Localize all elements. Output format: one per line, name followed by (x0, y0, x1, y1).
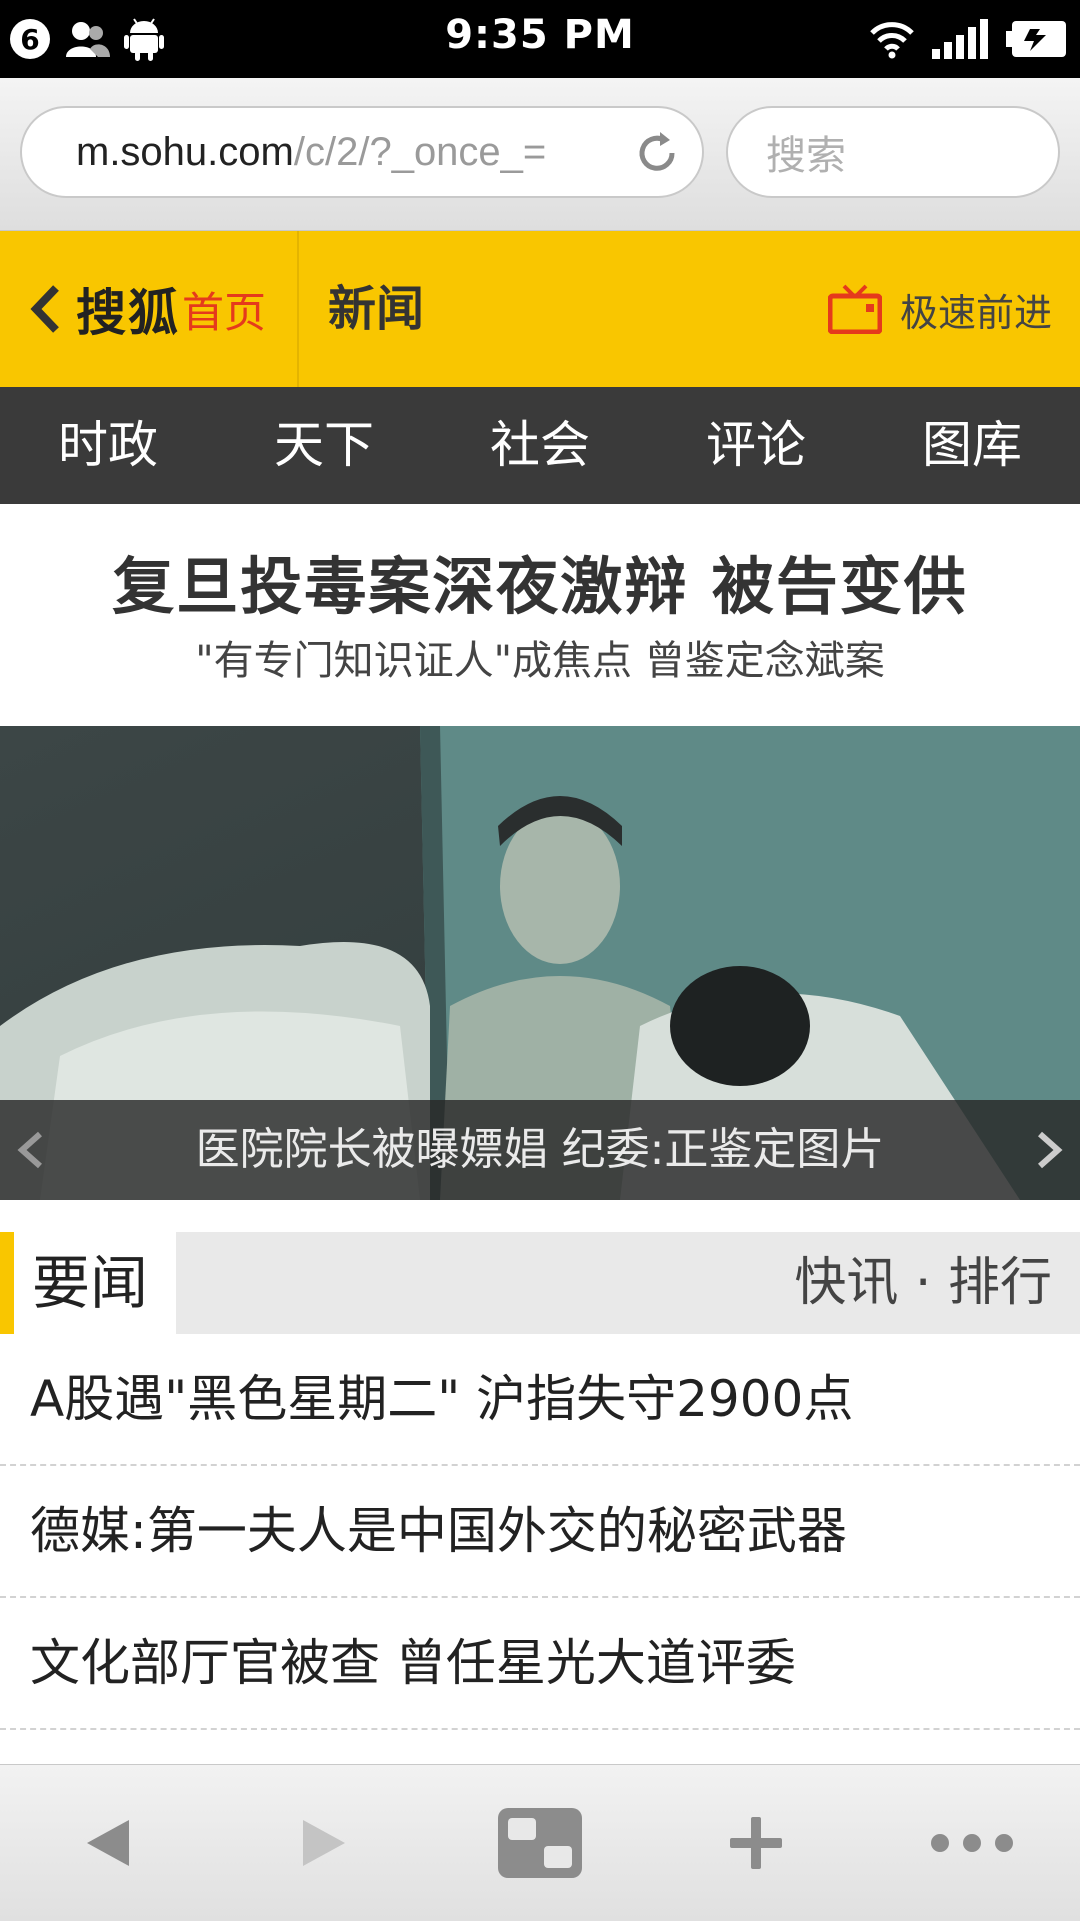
slideshow-caption[interactable]: 医院院长被曝嫖娼 纪委:正鉴定图片 (0, 1100, 1080, 1200)
home-link[interactable]: 搜狐 首页 (0, 231, 296, 387)
browser-chrome: m.sohu.com/c/2/?_once_= 搜索 (0, 78, 1080, 231)
speed-link[interactable]: 极速前进 (827, 231, 1052, 387)
reload-icon[interactable] (634, 130, 680, 176)
section-tab[interactable]: 要闻 (0, 1232, 176, 1334)
news-title: A股遇"黑色星期二" 沪指失守2900点 (30, 1370, 854, 1428)
header-divider (297, 231, 299, 387)
slideshow-image[interactable]: 医院院长被曝嫖娼 纪委:正鉴定图片 (0, 726, 1080, 1200)
signal-icon (932, 19, 988, 59)
sohu-logo: 搜狐 (76, 283, 180, 342)
search-input[interactable]: 搜索 (726, 106, 1060, 198)
slideshow-caption-bar: 医院院长被曝嫖娼 纪委:正鉴定图片 (0, 1100, 1080, 1200)
more-icon (931, 1834, 1013, 1852)
section-title: 新闻 (328, 281, 425, 337)
news-title: 德媒:第一夫人是中国外交的秘密武器 (30, 1502, 847, 1560)
nav-item-world[interactable]: 天下 (216, 387, 432, 504)
section-accent-bar (0, 1232, 14, 1334)
plus-icon (730, 1817, 782, 1869)
news-title: 文化部厅官被查 曾任星光大道评委 (30, 1634, 796, 1692)
forward-button[interactable] (216, 1765, 432, 1921)
headline-title[interactable]: 复旦投毒案深夜激辩 被告变供 (0, 536, 1080, 626)
list-item[interactable]: A股遇"黑色星期二" 沪指失守2900点 (0, 1334, 1080, 1466)
home-label: 首页 (182, 287, 267, 337)
new-tab-button[interactable] (648, 1765, 864, 1921)
site-header: 搜狐 首页 新闻 极速前进 (0, 231, 1080, 387)
back-chevron-icon (30, 285, 59, 333)
url-path: /c/2/?_once_= (293, 129, 547, 174)
battery-icon (1006, 21, 1066, 57)
browser-toolbar (0, 1764, 1080, 1921)
section-title-yaowen: 要闻 (32, 1249, 149, 1317)
wifi-icon (870, 22, 914, 59)
headline-subtitle[interactable]: "有专门知识证人"成焦点 曾鉴定念斌案 (0, 628, 1080, 686)
back-icon (87, 1820, 129, 1866)
category-nav: 时政 天下 社会 评论 图库 (0, 387, 1080, 504)
nav-item-opinion[interactable]: 评论 (648, 387, 864, 504)
speed-label: 极速前进 (899, 290, 1052, 335)
section-header: 要闻 快讯 · 排行 (0, 1232, 1080, 1334)
next-arrow-icon[interactable] (1032, 1130, 1066, 1170)
more-button[interactable] (864, 1765, 1080, 1921)
list-item[interactable]: 德媒:第一夫人是中国外交的秘密武器 (0, 1466, 1080, 1598)
tv-icon (827, 284, 882, 334)
url-bar[interactable]: m.sohu.com/c/2/?_once_= (20, 106, 704, 198)
status-bar: 6 9:35 PM (0, 0, 1080, 78)
tabs-button[interactable] (432, 1765, 648, 1921)
section-links[interactable]: 快讯 · 排行 (794, 1232, 1052, 1334)
nav-item-politics[interactable]: 时政 (0, 387, 216, 504)
nav-item-society[interactable]: 社会 (432, 387, 648, 504)
nav-item-gallery[interactable]: 图库 (864, 387, 1080, 504)
url-host: m.sohu.com (76, 129, 294, 174)
list-item[interactable]: 文化部厅官被查 曾任星光大道评委 (0, 1598, 1080, 1730)
forward-icon (303, 1820, 345, 1866)
tabs-icon (498, 1808, 582, 1878)
back-button[interactable] (0, 1765, 216, 1921)
